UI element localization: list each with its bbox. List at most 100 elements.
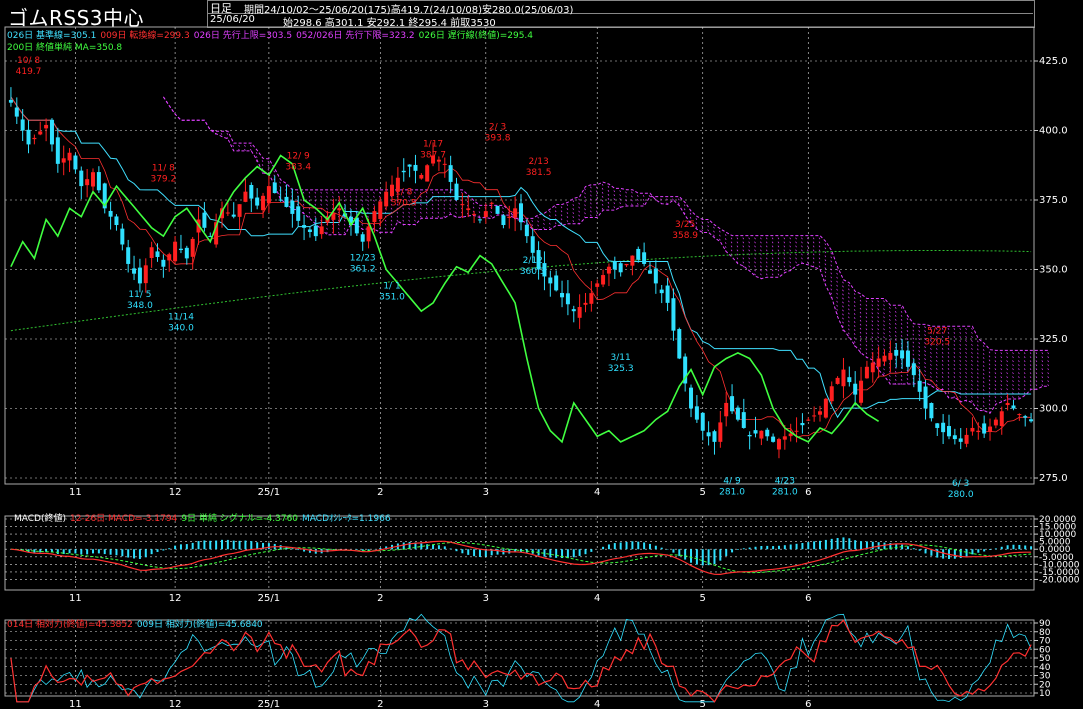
cloud-hatch [994,400,997,403]
cloud-hatch [595,190,598,193]
cloud-hatch [930,367,932,370]
cloud-hatch [1023,360,1026,363]
cloud-hatch [420,211,422,214]
cloud-hatch [343,219,346,222]
cloud-hatch [900,319,903,321]
price-xtick-label: 2 [377,487,383,498]
cloud-hatch [601,203,604,206]
cloud-hatch [760,241,762,244]
cloud-hatch [1018,364,1020,367]
cloud-hatch [343,199,346,202]
cloud-hatch [959,335,962,338]
cloud-hatch [1041,352,1044,355]
cloud-hatch [977,388,979,391]
cloud-hatch [1006,368,1008,371]
cloud-hatch [642,194,645,197]
cloud-hatch [613,202,616,205]
cloud-hatch [279,181,281,184]
cloud-hatch [941,363,944,366]
cloud-hatch [930,371,932,374]
cloud-hatch [1035,364,1038,367]
cloud-hatch [959,343,962,346]
cloud-hatch [777,257,780,260]
candle-body [225,212,230,214]
price-ytick-label: 425.0 [1039,56,1068,67]
cloud-hatch [765,261,768,264]
cloud-hatch [941,371,944,374]
cloud-hatch [859,347,862,350]
cloud-hatch [824,251,827,254]
cloud-hatch [478,215,481,218]
macd-xtick-label: 3 [483,593,489,604]
candle-body [401,170,406,173]
cloud-hatch [965,343,967,346]
cloud-hatch [308,191,311,194]
candle-body [378,201,383,220]
cloud-hatch [267,164,270,167]
cloud-hatch [953,375,956,378]
candle-body [108,210,113,217]
cloud-hatch [765,237,768,240]
cloud-hatch [977,400,979,403]
high-annotation-date: 5/27 [927,327,947,337]
cloud-hatch [982,365,985,367]
cloud-hatch [613,190,616,193]
low-annotation-value: 351.0 [379,293,405,303]
cloud-hatch [601,191,604,194]
cloud-hatch [889,319,891,321]
cloud-hatch [830,268,833,271]
cloud-hatch [619,202,621,205]
cloud-hatch [578,202,580,205]
cloud-hatch [883,320,885,323]
candle-body [876,358,881,367]
cloud-hatch [631,191,633,194]
candle-body [753,430,758,434]
cloud-hatch [889,375,891,377]
cloud-hatch [959,351,962,354]
cloud-hatch [1018,384,1020,387]
cloud-hatch [367,215,369,218]
price-ytick-label: 400.0 [1039,126,1068,137]
cloud-hatch [865,320,868,323]
cloud-hatch [971,387,973,390]
cloud-hatch [1035,352,1038,355]
cloud-hatch [982,361,985,363]
candle-body [407,164,412,167]
cloud-hatch [355,203,358,206]
candle-body [519,203,523,223]
cloud-hatch [367,199,369,202]
macd-legend: MACD(終値) 12-26日 MACD=-3.1794 9日 単純 シグナル=-4… [14,511,395,524]
cloud-hatch [384,223,387,226]
cloud-hatch [689,216,692,219]
cloud-hatch [361,191,363,194]
candle-body [630,255,635,266]
cloud-hatch [947,379,950,382]
cloud-hatch [988,399,991,402]
candle-body [835,377,840,384]
cloud-hatch [384,219,387,222]
cloud-hatch [894,319,897,321]
cloud-hatch [971,395,973,398]
cloud-hatch [425,207,428,210]
cloud-hatch [771,241,774,244]
cloud-hatch [771,269,774,272]
cloud-hatch [701,229,704,232]
cloud-hatch [449,207,451,210]
cloud-hatch [308,199,311,202]
cloud-hatch [349,195,352,198]
cloud-hatch [584,200,586,203]
cloud-hatch [935,351,938,354]
cloud-hatch [894,323,897,325]
cloud-hatch [818,241,821,244]
price-ytick-label: 300.0 [1039,404,1068,415]
cloud-hatch [748,257,750,260]
cloud-hatch [1047,384,1049,387]
candle-body [477,219,482,221]
candle-body [548,277,553,284]
cloud-hatch [959,375,962,378]
cloud-hatch [367,191,369,194]
cloud-hatch [988,359,991,362]
cloud-hatch [941,359,944,362]
candle-body [976,430,981,433]
candle-body [1011,405,1016,409]
